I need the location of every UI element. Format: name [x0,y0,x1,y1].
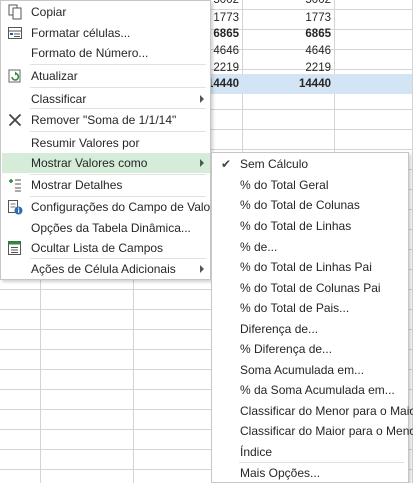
submenu-item-label: % do Total de Pais... [240,301,350,315]
submenu-item-label: Sem Cálculo [240,157,309,171]
menu-item-pivot-options[interactable]: Opções da Tabela Dinâmica... [2,218,210,238]
context-menu: Copiar Formatar células... Formato de Nú… [0,0,224,280]
menu-item-label: Remover "Soma de 1/1/14" [31,113,177,127]
menu-item-label: Ocultar Lista de Campos [31,241,164,255]
checkmark-icon: ✔ [221,157,232,171]
menu-item-summarize-values[interactable]: Resumir Valores por [2,133,210,153]
submenu-item-label: % do Total de Colunas Pai [240,281,381,295]
format-cells-icon [7,25,23,41]
menu-item-label: Mostrar Detalhes [31,178,123,192]
submenu-item-label: % de... [240,240,278,254]
submenu-item-pct-difference-from[interactable]: % Diferença de... [213,339,407,359]
submenu-item-label: % do Total Geral [240,178,329,192]
submenu-item-label: % da Soma Acumulada em... [240,383,395,397]
menu-separator [30,87,206,88]
menu-item-show-values-as[interactable]: Mostrar Valores como [2,153,210,173]
grand-total-cell[interactable]: 14440 [243,74,331,94]
menu-item-label: Formato de Número... [31,46,149,60]
menu-item-refresh[interactable]: Atualizar [2,66,210,86]
menu-item-show-details[interactable]: Mostrar Detalhes [2,175,210,195]
copy-icon [7,4,23,20]
submenu-item-label: % do Total de Linhas Pai [240,260,372,274]
submenu-item-rank-largest-to-smallest[interactable]: Classificar do Maior para o Menor... [213,421,413,441]
submenu-item-running-total[interactable]: Soma Acumulada em... [213,360,407,380]
submenu-item-rank-smallest-to-largest[interactable]: Classificar do Menor para o Maior... [213,401,413,421]
submenu-item-pct-parent-row-total[interactable]: % do Total de Linhas Pai [213,257,407,277]
menu-separator [30,64,206,65]
menu-item-format-cells[interactable]: Formatar células... [2,23,210,43]
menu-item-label: Resumir Valores por [31,136,140,150]
menu-item-label: Classificar [31,92,87,106]
menu-item-copy[interactable]: Copiar [2,2,210,22]
submenu-arrow-icon [200,159,204,167]
submenu-item-label: Diferença de... [240,322,319,336]
menu-item-value-field-settings[interactable]: Configurações do Campo de Valor... [2,197,224,217]
menu-item-label: Ações de Célula Adicionais [31,262,176,276]
submenu-item-index[interactable]: Índice [213,442,407,462]
submenu-item-label: Índice [240,445,273,459]
field-list-icon [7,240,23,256]
refresh-icon [7,68,23,84]
submenu-item-label: % do Total de Colunas [240,198,360,212]
submenu-item-label: Classificar do Maior para o Menor... [240,424,413,438]
submenu-item-pct-of[interactable]: % de... [213,237,407,257]
submenu-item-pct-grand-total[interactable]: % do Total Geral [213,175,407,195]
menu-item-sort[interactable]: Classificar [2,89,210,109]
menu-item-label: Configurações do Campo de Valor... [31,200,224,214]
submenu-item-label: Soma Acumulada em... [240,363,365,377]
remove-x-icon [7,112,23,128]
value-field-settings-icon [7,199,23,215]
menu-item-label: Formatar células... [31,26,131,40]
show-values-as-submenu: ✔ Sem Cálculo % do Total Geral % do Tota… [211,152,413,483]
submenu-item-pct-column-total[interactable]: % do Total de Colunas [213,195,407,215]
submenu-arrow-icon [200,265,204,273]
submenu-item-pct-parent-total[interactable]: % do Total de Pais... [213,298,407,318]
show-details-icon [7,177,23,193]
menu-separator [30,131,206,132]
menu-item-label: Copiar [31,5,67,19]
menu-item-hide-field-list[interactable]: Ocultar Lista de Campos [2,238,210,258]
submenu-item-label: Classificar do Menor para o Maior... [240,404,413,418]
menu-item-number-format[interactable]: Formato de Número... [2,43,210,63]
menu-item-label: Mostrar Valores como [31,156,148,170]
submenu-item-difference-from[interactable]: Diferença de... [213,319,407,339]
submenu-arrow-icon [200,95,204,103]
menu-item-label: Atualizar [31,69,78,83]
menu-item-remove[interactable]: Remover "Soma de 1/1/14" [2,110,210,130]
submenu-item-pct-running-total[interactable]: % da Soma Acumulada em... [213,380,407,400]
submenu-item-pct-parent-column-total[interactable]: % do Total de Colunas Pai [213,278,407,298]
grand-total-cell[interactable]: 14440 [207,74,239,94]
submenu-item-no-calculation[interactable]: ✔ Sem Cálculo [213,154,407,174]
submenu-item-more-options[interactable]: Mais Opções... [213,463,407,483]
submenu-item-label: % Diferença de... [240,342,333,356]
submenu-item-pct-row-total[interactable]: % do Total de Linhas [213,216,407,236]
submenu-item-label: % do Total de Linhas [240,219,352,233]
menu-separator [30,108,206,109]
menu-item-label: Opções da Tabela Dinâmica... [31,221,191,235]
menu-item-more-cell-actions[interactable]: Ações de Célula Adicionais [2,259,210,279]
submenu-item-label: Mais Opções... [240,466,321,480]
